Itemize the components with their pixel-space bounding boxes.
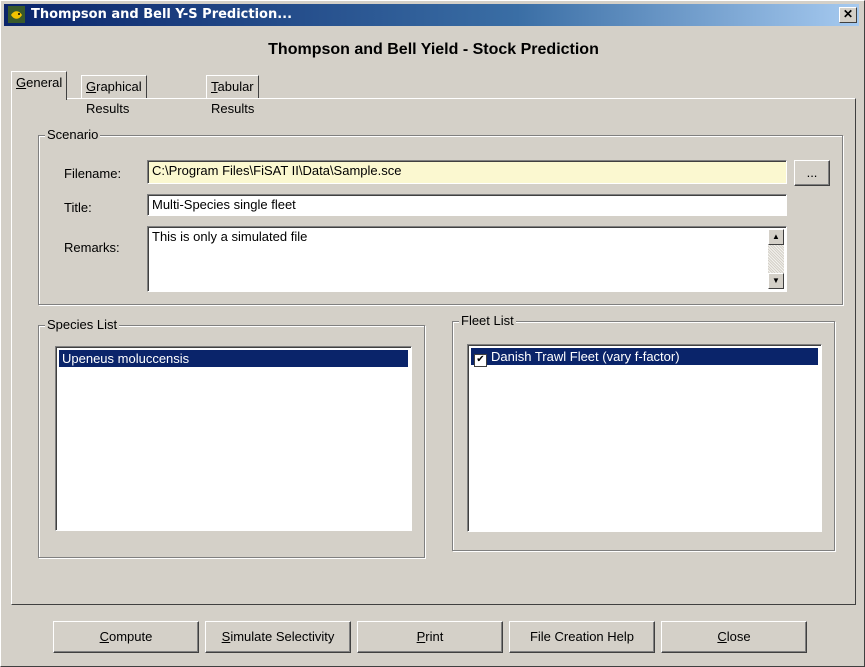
general-tab-panel: Scenario Filename: C:\Program Files\FiSA… xyxy=(11,98,856,605)
filename-label: Filename: xyxy=(64,166,122,181)
checkmark-icon[interactable]: ✔ xyxy=(474,354,487,367)
remarks-text: This is only a simulated file xyxy=(152,229,308,244)
list-item[interactable]: Upeneus moluccensis xyxy=(59,350,408,367)
tab-graphical-results[interactable]: Graphical Results xyxy=(81,75,147,116)
title-field[interactable]: Multi-Species single fleet xyxy=(147,194,787,216)
filename-field[interactable]: C:\Program Files\FiSAT II\Data\Sample.sc… xyxy=(147,160,787,184)
fleet-item-label: Danish Trawl Fleet (vary f-factor) xyxy=(491,349,680,364)
print-button[interactable]: Print xyxy=(357,621,503,653)
species-list-label: Species List xyxy=(45,317,120,332)
label-text: General xyxy=(16,75,63,90)
label-text: File Creation Help xyxy=(529,629,635,644)
fish-app-icon xyxy=(8,6,25,23)
fleet-list-group: Fleet List ✔ Danish Trawl Fleet (vary f-f… xyxy=(452,313,835,551)
close-icon[interactable]: ✕ xyxy=(839,7,857,23)
scroll-down-icon[interactable]: ▼ xyxy=(768,273,784,289)
species-list-group: Species List Upeneus moluccensis xyxy=(38,317,425,558)
label-text: Close xyxy=(717,629,751,644)
close-button[interactable]: Close xyxy=(661,621,807,653)
label-text: Compute xyxy=(99,629,153,644)
simulate-selectivity-button[interactable]: Simulate Selectivity xyxy=(205,621,351,653)
window-title: Thompson and Bell Y-S Prediction... xyxy=(31,7,293,22)
app-window: Thompson and Bell Y-S Prediction... ✕ Th… xyxy=(0,0,865,667)
title-bar[interactable]: Thompson and Bell Y-S Prediction... ✕ xyxy=(4,4,859,26)
species-listbox[interactable]: Upeneus moluccensis xyxy=(55,346,412,531)
label-text: Print xyxy=(416,629,444,644)
title-label: Title: xyxy=(64,200,92,215)
tab-tabular-results[interactable]: Tabular Results xyxy=(206,75,260,116)
fleet-listbox[interactable]: ✔ Danish Trawl Fleet (vary f-factor) xyxy=(467,344,822,532)
remarks-field[interactable]: This is only a simulated file ▲ ▼ xyxy=(147,226,787,292)
scroll-up-icon[interactable]: ▲ xyxy=(768,229,784,245)
scenario-group-label: Scenario xyxy=(45,127,101,142)
page-title: Thompson and Bell Yield - Stock Predicti… xyxy=(268,41,599,58)
file-creation-help-button[interactable]: File Creation Help xyxy=(509,621,655,653)
tab-general[interactable]: General xyxy=(11,71,68,100)
label-text: Simulate Selectivity xyxy=(221,629,335,644)
list-item[interactable]: ✔ Danish Trawl Fleet (vary f-factor) xyxy=(471,348,818,367)
scroll-track[interactable] xyxy=(768,245,784,275)
fleet-list-label: Fleet List xyxy=(459,313,516,328)
compute-button[interactable]: Compute xyxy=(53,621,199,653)
remarks-scrollbar[interactable]: ▲ ▼ xyxy=(768,229,784,289)
scenario-group: Scenario Filename: C:\Program Files\FiSA… xyxy=(38,127,843,305)
browse-button[interactable]: ... xyxy=(794,160,830,186)
remarks-label: Remarks: xyxy=(64,240,120,255)
